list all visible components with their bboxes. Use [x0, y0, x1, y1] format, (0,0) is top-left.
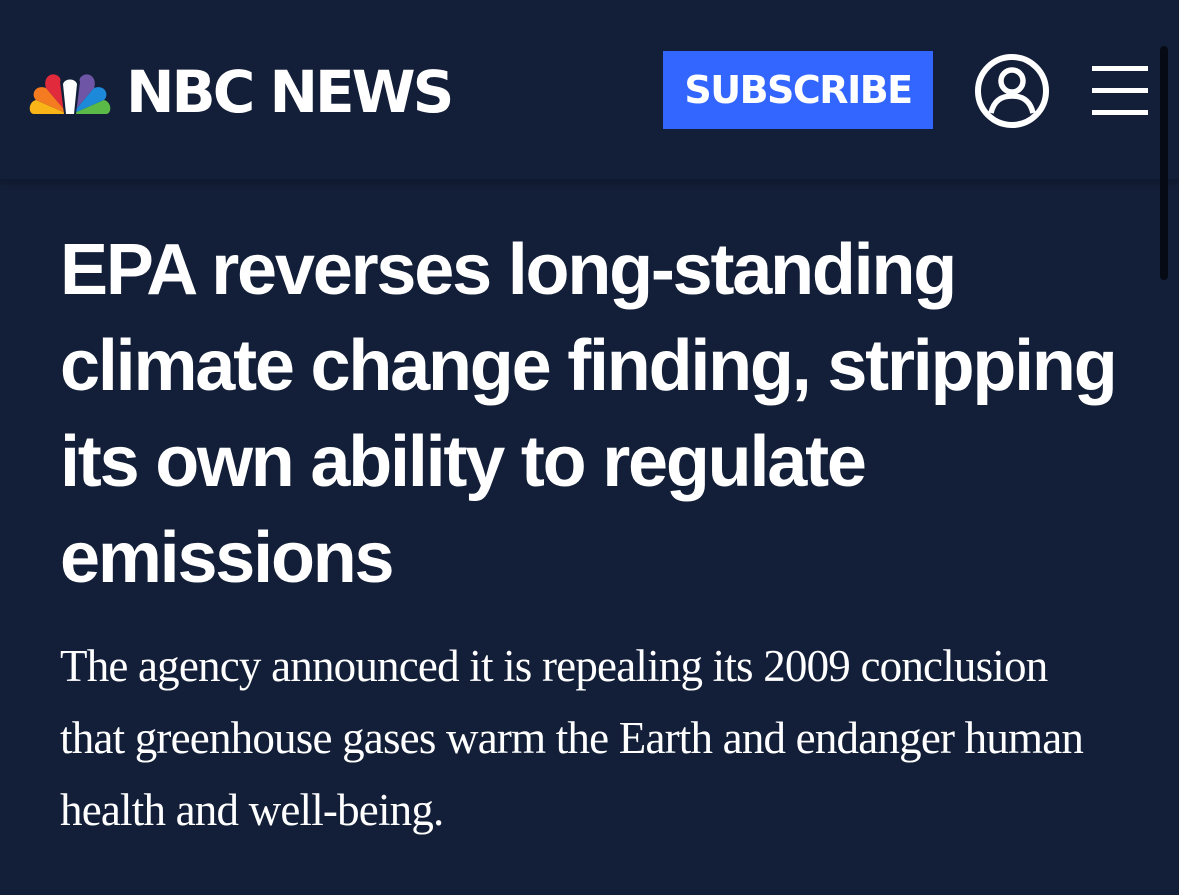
site-header: NBC NEWS SUBSCRIBE [0, 0, 1179, 181]
hamburger-menu-icon [1092, 66, 1148, 71]
article-dek: The agency announced it is repealing its… [60, 641, 1084, 835]
hamburger-menu-icon [1092, 110, 1148, 115]
header-divider [0, 179, 1179, 181]
hamburger-menu-icon [1092, 88, 1148, 93]
account-button[interactable] [974, 53, 1050, 129]
brand-name: NBC NEWS [126, 58, 454, 126]
subscribe-button[interactable]: SUBSCRIBE [663, 51, 933, 129]
user-circle-icon [975, 54, 1049, 128]
scrollbar[interactable] [1160, 46, 1168, 280]
nbc-peacock-icon [29, 74, 111, 114]
hamburger-menu-button[interactable] [1090, 64, 1150, 116]
nbc-news-logo-link[interactable]: NBC NEWS [28, 58, 454, 126]
article-headline: EPA reverses long-standing climate chang… [60, 230, 1118, 598]
